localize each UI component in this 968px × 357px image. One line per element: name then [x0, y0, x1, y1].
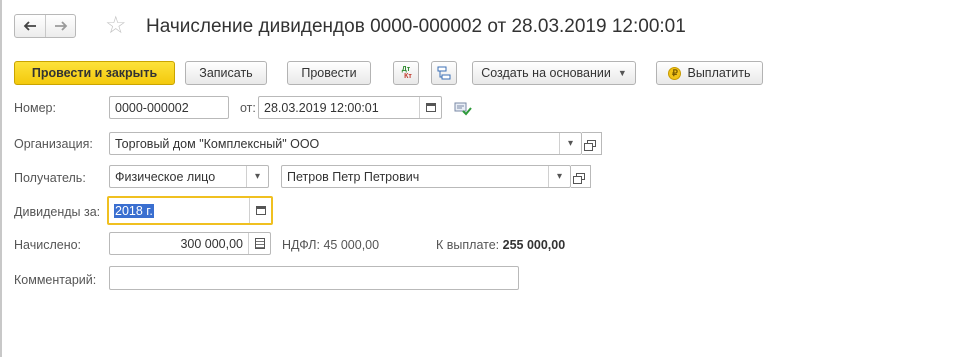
create-based-on-button[interactable]: Создать на основании ▼: [472, 61, 636, 85]
back-button[interactable]: [15, 15, 45, 37]
coin-icon: ₽: [668, 66, 682, 80]
recipient-label: Получатель:: [14, 171, 86, 185]
document-status-icon[interactable]: [454, 100, 472, 116]
organization-open-button[interactable]: [582, 132, 602, 155]
payout-value: 255 000,00: [502, 238, 566, 252]
comment-label: Комментарий:: [14, 273, 97, 287]
save-button[interactable]: Записать: [185, 61, 267, 85]
recipient-type-dropdown-button[interactable]: ▾: [246, 166, 268, 187]
page-title: Начисление дивидендов 0000-000002 от 28.…: [146, 16, 686, 37]
open-form-icon: [584, 140, 596, 151]
payout-label: К выплате:: [436, 238, 500, 252]
calculator-button[interactable]: [248, 233, 270, 254]
post-button[interactable]: Провести: [287, 61, 371, 85]
chevron-down-icon: ▾: [254, 171, 261, 182]
dt-kt-button[interactable]: Дт Кт: [393, 61, 419, 85]
recipient-dropdown-button[interactable]: ▾: [548, 166, 570, 187]
period-input[interactable]: 2018 г.: [107, 196, 273, 225]
chevron-down-icon: ▾: [556, 171, 563, 182]
structure-button[interactable]: [431, 61, 457, 85]
accrued-input[interactable]: 300 000,00: [109, 232, 271, 255]
post-and-close-button[interactable]: Провести и закрыть: [14, 61, 175, 85]
navigation-buttons: [14, 14, 76, 38]
pay-label: Выплатить: [687, 66, 751, 80]
dt-kt-icon: Дт Кт: [401, 66, 412, 80]
calendar-button[interactable]: [419, 97, 441, 118]
number-label: Номер:: [14, 101, 56, 115]
organization-dropdown-button[interactable]: ▾: [559, 133, 581, 154]
recipient-select[interactable]: Петров Петр Петрович ▾: [281, 165, 571, 188]
period-calendar-button[interactable]: [249, 198, 271, 223]
open-form-icon: [573, 173, 585, 184]
date-label: от:: [240, 101, 256, 115]
number-input[interactable]: 0000-000002: [109, 96, 229, 119]
arrow-right-icon: [54, 21, 67, 31]
calendar-icon: [425, 103, 436, 112]
structure-icon: [437, 66, 451, 80]
chevron-down-icon: ▼: [617, 68, 627, 78]
posted-check-icon: [454, 102, 472, 116]
period-label: Дивиденды за:: [14, 205, 101, 219]
payout-summary: К выплате: 255 000,00: [436, 238, 565, 252]
recipient-type-select[interactable]: Физическое лицо ▾: [109, 165, 269, 188]
organization-select[interactable]: Торговый дом "Комплексный" ООО ▾: [109, 132, 582, 155]
calculator-icon: [254, 238, 265, 249]
comment-input[interactable]: [109, 266, 519, 290]
organization-label: Организация:: [14, 137, 93, 151]
arrow-left-icon: [23, 21, 36, 31]
chevron-down-icon: ▾: [567, 138, 574, 149]
forward-button[interactable]: [45, 15, 75, 37]
calendar-icon: [255, 206, 266, 215]
accrued-label: Начислено:: [14, 238, 82, 252]
date-input[interactable]: 28.03.2019 12:00:01: [258, 96, 442, 119]
pay-button[interactable]: ₽ Выплатить: [656, 61, 763, 85]
recipient-open-button[interactable]: [571, 165, 591, 188]
create-based-on-label: Создать на основании: [481, 66, 611, 80]
star-icon[interactable]: ☆: [105, 13, 127, 39]
ndfl-text: НДФЛ: 45 000,00: [282, 238, 380, 252]
period-value: 2018 г.: [114, 203, 154, 218]
window-edge: [0, 0, 2, 357]
